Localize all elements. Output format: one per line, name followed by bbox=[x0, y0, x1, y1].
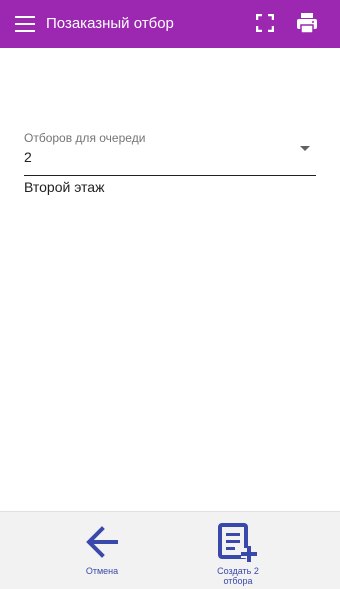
select-underline bbox=[24, 175, 316, 176]
fullscreen-icon[interactable] bbox=[255, 13, 275, 33]
printer-icon[interactable] bbox=[296, 12, 318, 34]
queue-count-label: Отборов для очереди bbox=[24, 131, 146, 145]
queue-count-select[interactable]: Отборов для очереди 2 bbox=[24, 128, 316, 178]
create-picks-label: Создать 2 отбора bbox=[198, 566, 278, 586]
create-picks-button[interactable]: Создать 2 отбора bbox=[198, 512, 278, 589]
hamburger-menu-icon[interactable] bbox=[15, 16, 35, 32]
cancel-button[interactable]: Отмена bbox=[62, 512, 142, 589]
helper-text: Второй этаж bbox=[24, 179, 105, 195]
queue-count-value: 2 bbox=[24, 149, 32, 165]
cancel-label: Отмена bbox=[85, 566, 119, 576]
dropdown-arrow-icon[interactable] bbox=[300, 146, 310, 151]
playlist-add-icon bbox=[217, 522, 259, 564]
create-picks-label-line2: отбора bbox=[223, 576, 253, 586]
arrow-left-icon bbox=[84, 524, 120, 560]
bottom-action-bar: Отмена Создать 2 отбора bbox=[0, 511, 340, 589]
create-picks-label-line1: Создать 2 bbox=[217, 566, 259, 576]
app-bar: Позаказный отбор bbox=[0, 0, 340, 48]
app-title: Позаказный отбор bbox=[46, 15, 174, 32]
